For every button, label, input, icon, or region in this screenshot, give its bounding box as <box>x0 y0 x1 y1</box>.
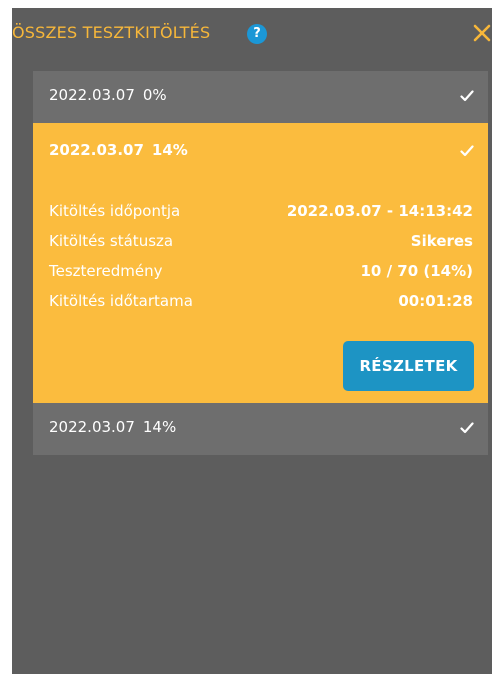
check-icon <box>460 145 474 157</box>
attempt-row-expanded[interactable]: 2022.03.07 14% Kitöltés időpontja 2022.03… <box>33 123 488 403</box>
attempt-date: 2022.03.07 <box>49 418 135 436</box>
detail-value: Sikeres <box>410 232 473 250</box>
panel-title: ÖSSZES TESZTKITÖLTÉS <box>12 23 211 42</box>
detail-label: Kitöltés státusza <box>49 232 174 250</box>
attempt-details: Kitöltés időpontja 2022.03.07 - 14:13:42… <box>49 202 473 322</box>
detail-value: 10 / 70 (14%) <box>360 262 473 280</box>
detail-status: Kitöltés státusza Sikeres <box>49 232 473 262</box>
attempts-panel: ÖSSZES TESZTKITÖLTÉS ? 2022.03.07 0% 2022… <box>12 8 492 674</box>
close-icon[interactable] <box>472 22 492 44</box>
detail-label: Kitöltés időpontja <box>49 202 181 220</box>
attempt-row[interactable]: 2022.03.07 14% <box>33 403 488 455</box>
detail-time: Kitöltés időpontja 2022.03.07 - 14:13:42 <box>49 202 473 232</box>
attempt-title: 2022.03.07 14% <box>49 141 188 159</box>
panel-header: ÖSSZES TESZTKITÖLTÉS ? <box>12 8 492 58</box>
check-icon <box>460 422 474 434</box>
question-circle-icon[interactable]: ? <box>247 24 267 44</box>
attempt-percent: 14% <box>151 141 188 159</box>
detail-value: 2022.03.07 - 14:13:42 <box>286 202 473 220</box>
detail-label: Kitöltés időtartama <box>49 292 193 310</box>
attempt-row[interactable]: 2022.03.07 0% <box>33 71 488 123</box>
check-icon <box>460 90 474 102</box>
details-button[interactable]: RÉSZLETEK <box>343 341 474 391</box>
attempt-percent: 14% <box>142 418 177 436</box>
attempts-list: 2022.03.07 0% 2022.03.07 14% Kitöltés időp… <box>33 71 488 455</box>
attempt-percent: 0% <box>142 86 167 104</box>
detail-value: 00:01:28 <box>398 292 473 310</box>
attempt-title: 2022.03.07 0% <box>49 86 167 104</box>
attempt-title: 2022.03.07 14% <box>49 418 176 436</box>
detail-label: Teszteredmény <box>49 262 163 280</box>
detail-result: Teszteredmény 10 / 70 (14%) <box>49 262 473 292</box>
detail-duration: Kitöltés időtartama 00:01:28 <box>49 292 473 322</box>
attempt-date: 2022.03.07 <box>49 86 135 104</box>
attempt-date: 2022.03.07 <box>49 141 144 159</box>
